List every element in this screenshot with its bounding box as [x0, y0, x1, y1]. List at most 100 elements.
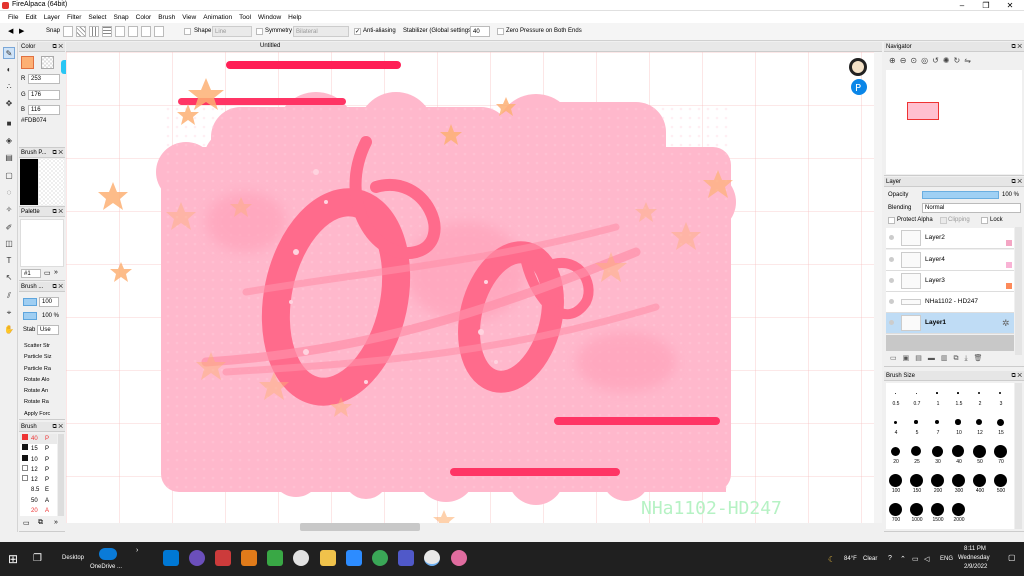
minimize-button[interactable]: – [950, 0, 974, 11]
opacity-slider[interactable] [23, 312, 37, 320]
lasso-icon[interactable]: ◌ [3, 187, 15, 199]
zoom-in-icon[interactable]: ⊕ [889, 56, 900, 65]
clock-time[interactable]: 8:11 PM [964, 546, 986, 552]
notification-icon[interactable]: ▢ [1008, 553, 1016, 562]
firealpaca-taskbar-icon[interactable] [424, 550, 440, 566]
volume-icon[interactable]: ◁ [924, 555, 929, 563]
rotate-right-icon[interactable]: ↻ [954, 56, 965, 65]
snap-radial-icon[interactable] [115, 26, 125, 37]
param-item[interactable]: Particle Ra [24, 364, 60, 375]
brush-size-dot[interactable] [930, 502, 944, 516]
clock-day[interactable]: Wednesday [958, 555, 990, 561]
secondary-color-swatch[interactable] [41, 56, 54, 69]
restore-button[interactable]: ❐ [974, 0, 998, 11]
panel-close-icon[interactable]: ⧉ ✕ [1011, 42, 1022, 52]
menu-snap[interactable]: Snap [110, 11, 132, 23]
brush-item[interactable]: 20 A [20, 506, 57, 512]
menu-tool[interactable]: Tool [236, 11, 255, 23]
panel-close-icon[interactable]: ⧉ ✕ [52, 422, 63, 432]
language-indicator[interactable]: ENG [940, 556, 953, 562]
merge-down-icon[interactable]: ⤓ [965, 355, 974, 362]
brush-size-dot[interactable] [909, 502, 923, 516]
layer-row[interactable]: Layer3 [886, 271, 1014, 292]
menu-animation[interactable]: Animation [200, 11, 236, 23]
pen-icon[interactable]: ✎ [3, 47, 15, 59]
delete-layer-icon[interactable]: 🗑 [974, 355, 989, 362]
palette-more-icon[interactable]: » [54, 269, 58, 276]
document-tab[interactable]: Untitled [260, 43, 280, 49]
layer-row[interactable]: Layer2 [886, 228, 1014, 249]
select-eraser-icon[interactable]: ◫ [3, 238, 15, 250]
close-button[interactable]: ✕ [998, 0, 1022, 11]
task-view-icon[interactable]: ❐ [33, 553, 42, 564]
layer-settings-icon[interactable]: ✲ [1002, 318, 1010, 329]
layer-row[interactable]: NHa1102 - HD247 [886, 292, 1014, 313]
snap-vanishing-icon[interactable] [154, 26, 164, 37]
bucket-icon[interactable]: ◈ [3, 135, 15, 147]
text-icon[interactable]: T [3, 255, 15, 267]
snap-crisscross-icon[interactable] [102, 26, 112, 37]
brush-size-dot[interactable] [936, 392, 938, 394]
brush-item[interactable]: 40 P [20, 434, 57, 445]
param-item[interactable]: Scatter Str [24, 341, 60, 352]
zero-pressure-checkbox[interactable] [497, 28, 504, 35]
visibility-icon[interactable] [889, 320, 894, 325]
network-icon[interactable]: ▭ [912, 555, 919, 563]
lock-checkbox[interactable] [981, 217, 988, 224]
snap-off-icon[interactable] [63, 26, 73, 37]
brush-size-dot[interactable] [957, 392, 959, 394]
brush-size-dot[interactable] [972, 444, 986, 458]
primary-color-swatch[interactable] [21, 56, 34, 69]
brush-size-dot[interactable] [972, 473, 986, 487]
taskbar-more-icon[interactable]: › [136, 547, 138, 554]
snap-curve-icon[interactable] [141, 26, 151, 37]
select-pen-icon[interactable]: ✐ [3, 222, 15, 234]
panel-close-icon[interactable]: ⧉ ✕ [52, 207, 63, 217]
menu-filter[interactable]: Filter [64, 11, 85, 23]
app-icon-6[interactable] [293, 550, 309, 566]
canvas[interactable]: NHa1102-HD247 P [66, 52, 882, 523]
gradient-icon[interactable]: ▤ [3, 152, 15, 164]
snap-parallel-icon[interactable] [76, 26, 86, 37]
clipping-checkbox[interactable] [940, 217, 947, 224]
eyedropper-icon[interactable]: ⌖ [3, 307, 15, 319]
panel-close-icon[interactable]: ⧉ ✕ [52, 282, 63, 292]
menu-layer[interactable]: Layer [41, 11, 64, 23]
brush-size-dot[interactable] [998, 391, 1002, 395]
brush-size-scrollbar[interactable] [1015, 383, 1022, 529]
shape-select[interactable]: Line [212, 26, 252, 37]
app-icon-12[interactable] [451, 550, 467, 566]
zoom-app-icon[interactable] [346, 550, 362, 566]
b-input[interactable]: 116 [28, 105, 60, 115]
palette-new-icon[interactable]: ▭ [44, 269, 51, 277]
panel-close-icon[interactable]: ⧉ ✕ [1011, 371, 1022, 381]
panel-close-icon[interactable]: ⧉ ✕ [1011, 177, 1022, 187]
menu-window[interactable]: Window [255, 11, 285, 23]
tray-chevron-icon[interactable]: ⌃ [900, 555, 906, 563]
param-item[interactable]: Rotate Ra [24, 397, 60, 408]
panel-close-icon[interactable]: ⧉ ✕ [52, 148, 63, 158]
flip-icon[interactable]: ⇋ [964, 56, 975, 65]
brush-new-icon[interactable]: ▭ [23, 519, 30, 527]
shape-checkbox[interactable] [184, 28, 191, 35]
brush-size-dot[interactable] [951, 502, 965, 516]
layer-row[interactable]: Layer4 [886, 250, 1014, 271]
navigator-viewport[interactable] [907, 102, 939, 120]
menu-select[interactable]: Select [85, 11, 110, 23]
brush-size-dot[interactable] [888, 502, 902, 516]
desktop-label[interactable]: Desktop [62, 555, 84, 561]
param-item[interactable]: Rotate Alo [24, 375, 60, 386]
zoom-fit-icon[interactable]: ⊙ [910, 56, 921, 65]
app-icon-3[interactable] [215, 550, 231, 566]
blending-select[interactable]: Normal [922, 203, 1021, 213]
symmetry-checkbox[interactable] [256, 28, 263, 35]
snap-grid-icon[interactable] [89, 26, 99, 37]
size-slider[interactable] [23, 298, 37, 306]
layer-scrollbar[interactable] [1015, 227, 1022, 355]
protect-alpha-checkbox[interactable] [888, 217, 895, 224]
clock-date[interactable]: 2/9/2022 [964, 564, 987, 570]
brush-size-dot[interactable] [993, 444, 1007, 458]
symmetry-select[interactable]: Bilateral [293, 26, 349, 37]
layer-effect-icon[interactable]: ▥ [941, 355, 954, 362]
visibility-icon[interactable] [889, 235, 894, 240]
